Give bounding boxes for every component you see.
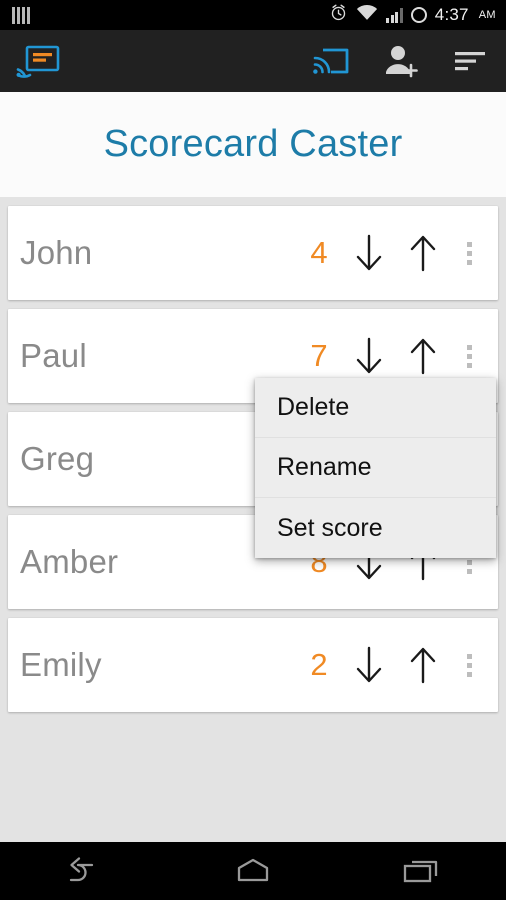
add-person-icon <box>386 46 418 78</box>
scorecard-caster-logo[interactable] <box>16 44 60 78</box>
alarm-clock-icon <box>329 3 348 27</box>
arrow-up-icon <box>410 235 436 272</box>
player-score: 2 <box>310 647 328 682</box>
add-person-button[interactable] <box>380 41 422 81</box>
arrow-down-icon <box>356 234 382 271</box>
navigation-bar <box>0 842 506 900</box>
recents-button[interactable] <box>377 847 467 895</box>
row-overflow-button[interactable] <box>450 630 488 700</box>
sort-list-button[interactable] <box>450 41 492 81</box>
row-overflow-button[interactable] <box>450 218 488 288</box>
row-context-menu: Delete Rename Set score <box>255 378 496 558</box>
back-button[interactable] <box>39 847 129 895</box>
player-name: Emily <box>20 646 102 683</box>
more-vertical-icon <box>466 241 472 247</box>
status-bar-right: 4:37 AM <box>329 3 496 27</box>
notification-bars-icon <box>12 6 30 24</box>
menu-item-rename[interactable]: Rename <box>255 438 496 498</box>
title-area: Scorecard Caster <box>0 92 506 197</box>
home-icon <box>237 858 269 882</box>
action-bar-buttons <box>310 41 492 81</box>
status-bar: 4:37 AM <box>0 0 506 30</box>
cellular-signal-icon <box>386 7 403 23</box>
more-vertical-icon <box>466 653 472 659</box>
recents-icon <box>403 860 437 883</box>
increment-score-button[interactable] <box>396 630 450 700</box>
sort-list-icon <box>455 52 485 71</box>
player-score: 4 <box>310 235 328 270</box>
home-button[interactable] <box>208 847 298 895</box>
status-bar-left <box>12 6 30 24</box>
cast-icon <box>313 48 349 74</box>
back-icon <box>70 857 94 882</box>
player-name: John <box>20 234 93 271</box>
player-score: 7 <box>310 338 328 373</box>
arrow-up-icon <box>410 338 436 375</box>
page-title: Scorecard Caster <box>103 123 403 165</box>
action-bar <box>0 30 506 92</box>
decrement-score-button[interactable] <box>342 218 396 288</box>
arrow-up-icon <box>410 647 436 684</box>
table-row[interactable]: John 4 <box>8 206 498 300</box>
battery-ring-icon <box>410 7 427 23</box>
table-row[interactable]: Emily 2 <box>8 618 498 712</box>
status-ampm: AM <box>478 9 496 21</box>
player-name: Paul <box>20 337 87 374</box>
menu-item-delete[interactable]: Delete <box>255 378 496 438</box>
decrement-score-button[interactable] <box>342 630 396 700</box>
cast-button[interactable] <box>310 41 352 81</box>
increment-score-button[interactable] <box>396 218 450 288</box>
more-vertical-icon <box>466 344 472 350</box>
arrow-down-icon <box>356 646 382 683</box>
wifi-icon <box>356 4 378 26</box>
android-screen: 4:37 AM Scorecard Caster John 4 Paul 7 G… <box>0 0 506 900</box>
arrow-down-icon <box>356 337 382 374</box>
menu-item-set-score[interactable]: Set score <box>255 498 496 558</box>
status-time: 4:37 <box>434 5 469 24</box>
